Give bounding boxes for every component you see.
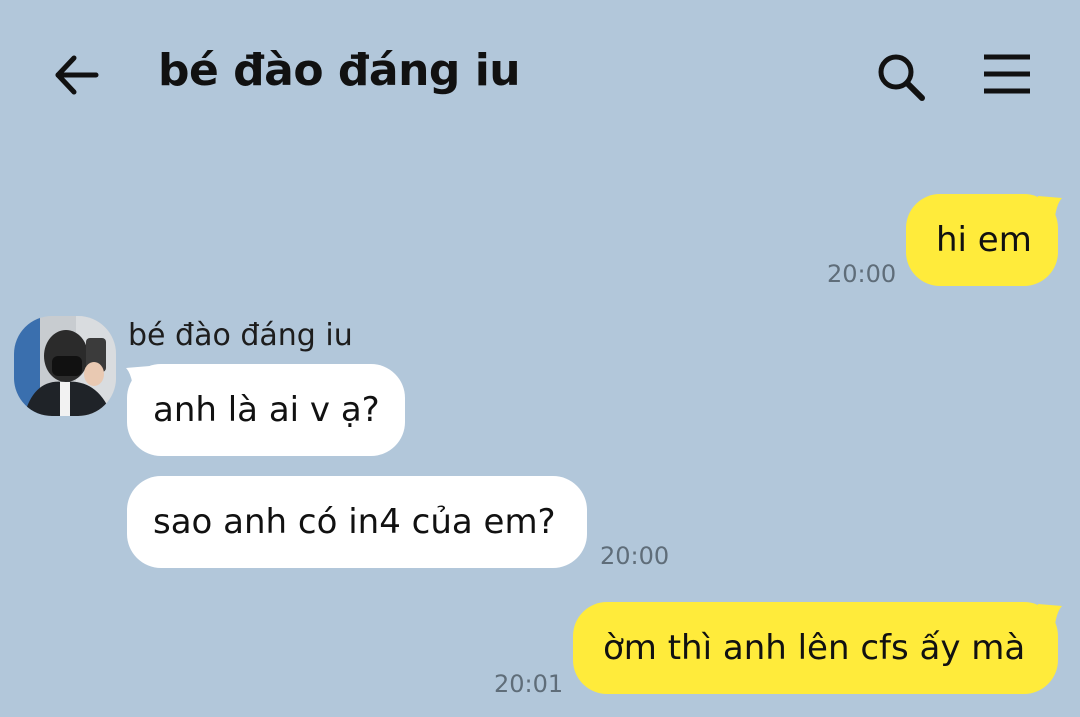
avatar[interactable] bbox=[14, 316, 116, 416]
chat-title: bé đào đáng iu bbox=[158, 45, 521, 96]
message-text: ờm thì anh lên cfs ấy mà bbox=[603, 628, 1026, 668]
message-time: 20:00 bbox=[827, 260, 897, 288]
hamburger-menu-icon bbox=[984, 54, 1030, 94]
incoming-message-bubble[interactable]: anh là ai v ạ? bbox=[127, 364, 405, 456]
message-time: 20:00 bbox=[600, 542, 670, 570]
search-button[interactable] bbox=[872, 48, 930, 106]
outgoing-message-bubble[interactable]: hi em bbox=[906, 194, 1058, 286]
menu-button[interactable] bbox=[978, 48, 1036, 106]
arrow-left-icon bbox=[55, 55, 99, 95]
outgoing-message-bubble[interactable]: ờm thì anh lên cfs ấy mà bbox=[573, 602, 1058, 694]
message-time: 20:01 bbox=[494, 670, 564, 698]
chat-header: bé đào đáng iu bbox=[0, 0, 1080, 150]
search-icon bbox=[878, 54, 925, 101]
back-button[interactable] bbox=[50, 48, 104, 102]
sender-name: bé đào đáng iu bbox=[128, 318, 353, 353]
incoming-message-bubble[interactable]: sao anh có in4 của em? bbox=[127, 476, 587, 568]
message-text: sao anh có in4 của em? bbox=[153, 502, 556, 542]
message-text: hi em bbox=[936, 220, 1032, 260]
message-text: anh là ai v ạ? bbox=[153, 390, 380, 430]
avatar-photo bbox=[14, 316, 116, 416]
